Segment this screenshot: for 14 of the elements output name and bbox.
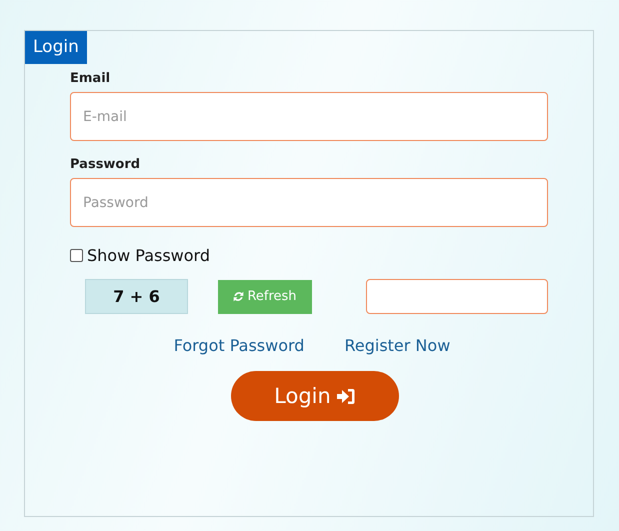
answer-field[interactable] bbox=[366, 279, 548, 314]
field-label: Email bbox=[70, 71, 112, 86]
checkbox-label: Show Password bbox=[87, 246, 210, 265]
sign-in-icon bbox=[336, 388, 355, 404]
refresh-icon bbox=[233, 291, 244, 302]
captcha-question: 7 + 6 bbox=[85, 279, 188, 314]
link[interactable]: Forgot Password bbox=[174, 336, 304, 355]
input-field[interactable]: E-mail bbox=[70, 92, 548, 141]
link[interactable]: Register Now bbox=[344, 336, 450, 355]
input-field[interactable]: Password bbox=[70, 178, 548, 227]
login-button[interactable]: Login bbox=[230, 371, 398, 421]
checkbox[interactable] bbox=[70, 249, 83, 262]
panel-title: Login bbox=[25, 31, 87, 64]
field-label: Password bbox=[70, 157, 142, 172]
